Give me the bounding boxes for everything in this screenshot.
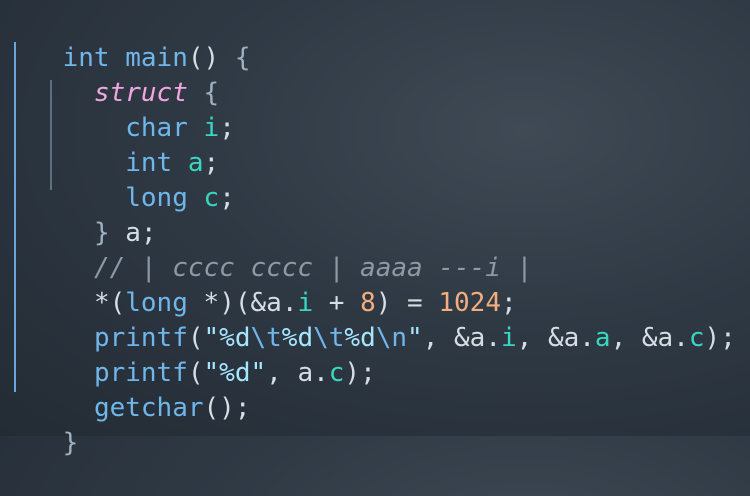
code-line-3: char i;	[0, 76, 750, 143]
code-line-8: *(long *)(&a.i + 8) = 1024;	[0, 251, 750, 318]
code-line-12: }	[0, 391, 750, 458]
code-line-1: int main() {	[0, 6, 750, 73]
code-line-4: int a;	[0, 111, 750, 178]
code-line-11: getchar();	[0, 356, 750, 423]
code-line-5: long c;	[0, 146, 750, 213]
code-line-10: printf("%d", a.c);	[0, 321, 750, 388]
code-line-7: // | cccc cccc | aaaa ---i |	[0, 216, 750, 283]
code-line-9: printf("%d\t%d\t%d\n", &a.i, &a.a, &a.c)…	[0, 286, 750, 353]
code-editor[interactable]: int main() { struct { char i; int a; lon…	[0, 0, 750, 458]
code-line-6: } a;	[0, 181, 750, 248]
token: }	[62, 428, 79, 458]
code-line-2: struct {	[0, 41, 750, 108]
